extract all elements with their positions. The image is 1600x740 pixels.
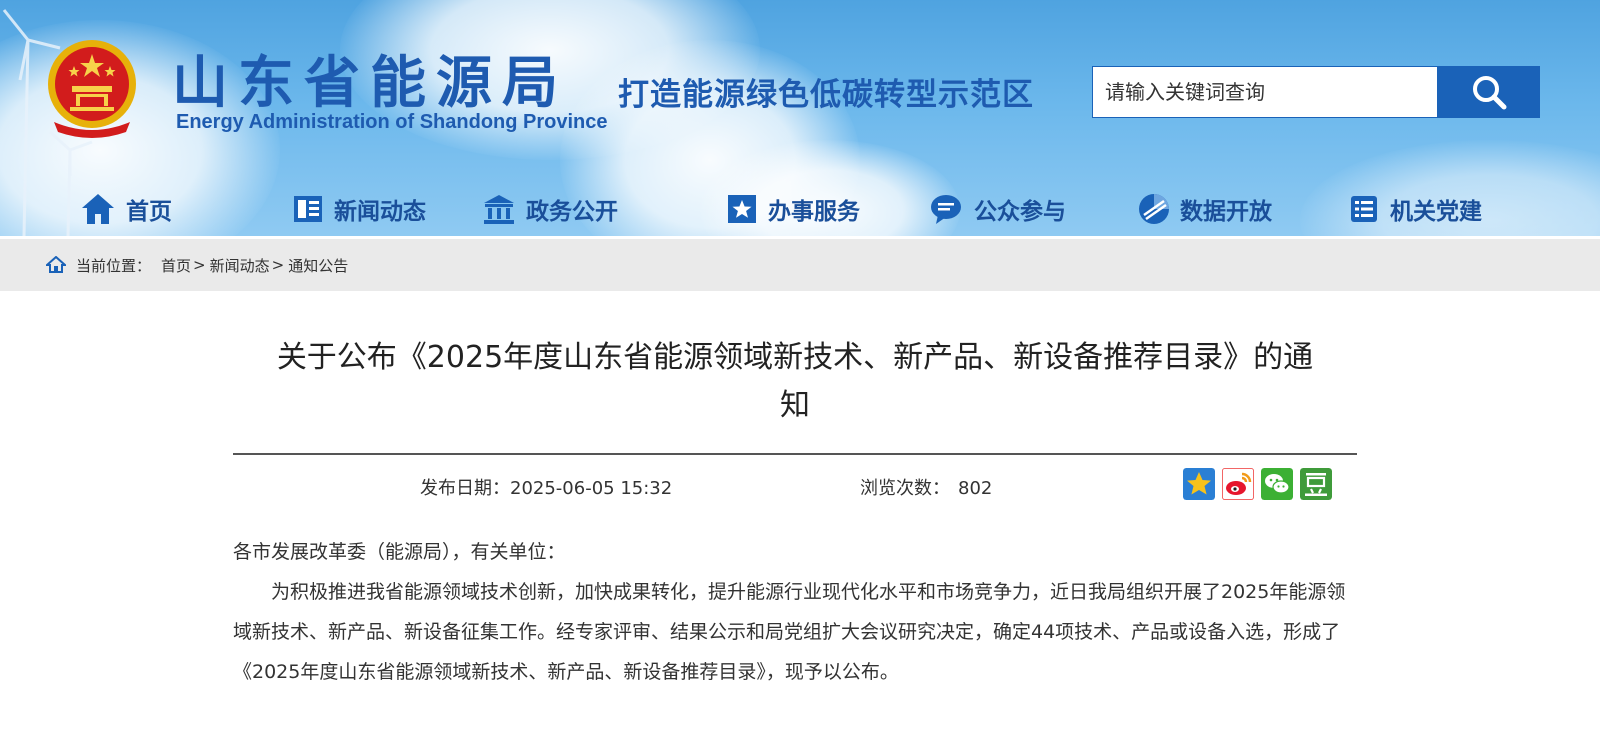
nav-item-label: 数据开放 xyxy=(1180,199,1272,225)
main-nav: 首页 新闻动态 政务公开 办事服务 公众参与 数据开放 机关党建 xyxy=(46,186,1546,236)
slogan: 打造能源绿色低碳转型示范区 xyxy=(618,77,1034,113)
search-icon xyxy=(1473,76,1507,110)
view-count-label: 浏览次数： xyxy=(860,478,950,499)
breadcrumb-bar: 当前位置： 首页 > 新闻动态 > 通知公告 xyxy=(0,239,1600,291)
view-count-value: 802 xyxy=(958,478,993,499)
breadcrumb-prefix: 当前位置： xyxy=(76,256,152,275)
breadcrumb: 当前位置： 首页 > 新闻动态 > 通知公告 xyxy=(46,239,348,291)
home-icon xyxy=(82,194,114,224)
search-button[interactable] xyxy=(1438,66,1540,118)
nav-item-party-building[interactable]: 机关党建 xyxy=(1348,186,1482,232)
news-icon xyxy=(294,196,322,222)
breadcrumb-separator: > xyxy=(193,256,206,274)
nav-item-label: 机关党建 xyxy=(1390,199,1482,225)
nav-item-label: 新闻动态 xyxy=(334,199,426,225)
nav-item-label: 首页 xyxy=(126,199,172,225)
article-paragraph: 为积极推进我省能源领域技术创新，加快成果转化，提升能源行业现代化水平和市场竞争力… xyxy=(233,581,1346,683)
government-icon xyxy=(484,195,514,224)
breadcrumb-link-home[interactable]: 首页 xyxy=(161,255,191,276)
site-header: 山东省能源局 Energy Administration of Shandong… xyxy=(0,0,1600,236)
article-title-line: 知 xyxy=(780,388,810,423)
publish-date: 发布日期：2025-06-05 15:32 xyxy=(420,474,672,500)
breadcrumb-separator: > xyxy=(271,256,285,274)
article-title-line: 关于公布《2025年度山东省能源领域新技术、新产品、新设备推荐目录》的通 xyxy=(276,340,1314,375)
douban-icon[interactable] xyxy=(1300,468,1332,500)
national-emblem-logo xyxy=(48,40,136,138)
favorite-icon[interactable] xyxy=(1183,468,1215,500)
site-title-english: Energy Administration of Shandong Provin… xyxy=(176,111,608,133)
nav-item-news[interactable]: 新闻动态 xyxy=(292,186,426,232)
nav-item-services[interactable]: 办事服务 xyxy=(726,186,860,232)
publish-date-label: 发布日期： xyxy=(420,478,510,499)
article-title: 关于公布《2025年度山东省能源领域新技术、新产品、新设备推荐目录》的通 知 xyxy=(233,334,1357,430)
nav-item-gov-affairs[interactable]: 政务公开 xyxy=(482,186,618,232)
nav-item-label: 公众参与 xyxy=(974,199,1066,225)
publish-date-value: 2025-06-05 15:32 xyxy=(510,478,673,499)
nav-item-public-participation[interactable]: 公众参与 xyxy=(930,186,1066,232)
nav-item-label: 政务公开 xyxy=(526,199,618,225)
nav-item-home[interactable]: 首页 xyxy=(80,186,172,232)
title-divider xyxy=(233,453,1357,455)
salutation: 各市发展改革委（能源局），有关单位： xyxy=(233,541,566,563)
weibo-icon[interactable] xyxy=(1222,468,1254,500)
service-icon xyxy=(728,195,756,223)
wechat-icon[interactable] xyxy=(1261,468,1293,500)
breadcrumb-link-news[interactable]: 新闻动态 xyxy=(210,255,270,276)
site-title: 山东省能源局 xyxy=(172,51,568,116)
chat-icon xyxy=(931,195,961,224)
location-home-icon xyxy=(46,256,66,273)
pie-chart-icon xyxy=(1139,194,1169,224)
party-building-icon xyxy=(1351,196,1377,222)
nav-item-label: 办事服务 xyxy=(768,199,860,225)
view-count: 浏览次数： 802 xyxy=(860,474,992,500)
breadcrumb-link-notices[interactable]: 通知公告 xyxy=(288,255,348,276)
search-input[interactable] xyxy=(1092,66,1438,118)
article-body: 各市发展改革委（能源局），有关单位： 为积极推进我省能源领域技术创新，加快成果转… xyxy=(233,532,1357,692)
nav-item-open-data[interactable]: 数据开放 xyxy=(1138,186,1272,232)
